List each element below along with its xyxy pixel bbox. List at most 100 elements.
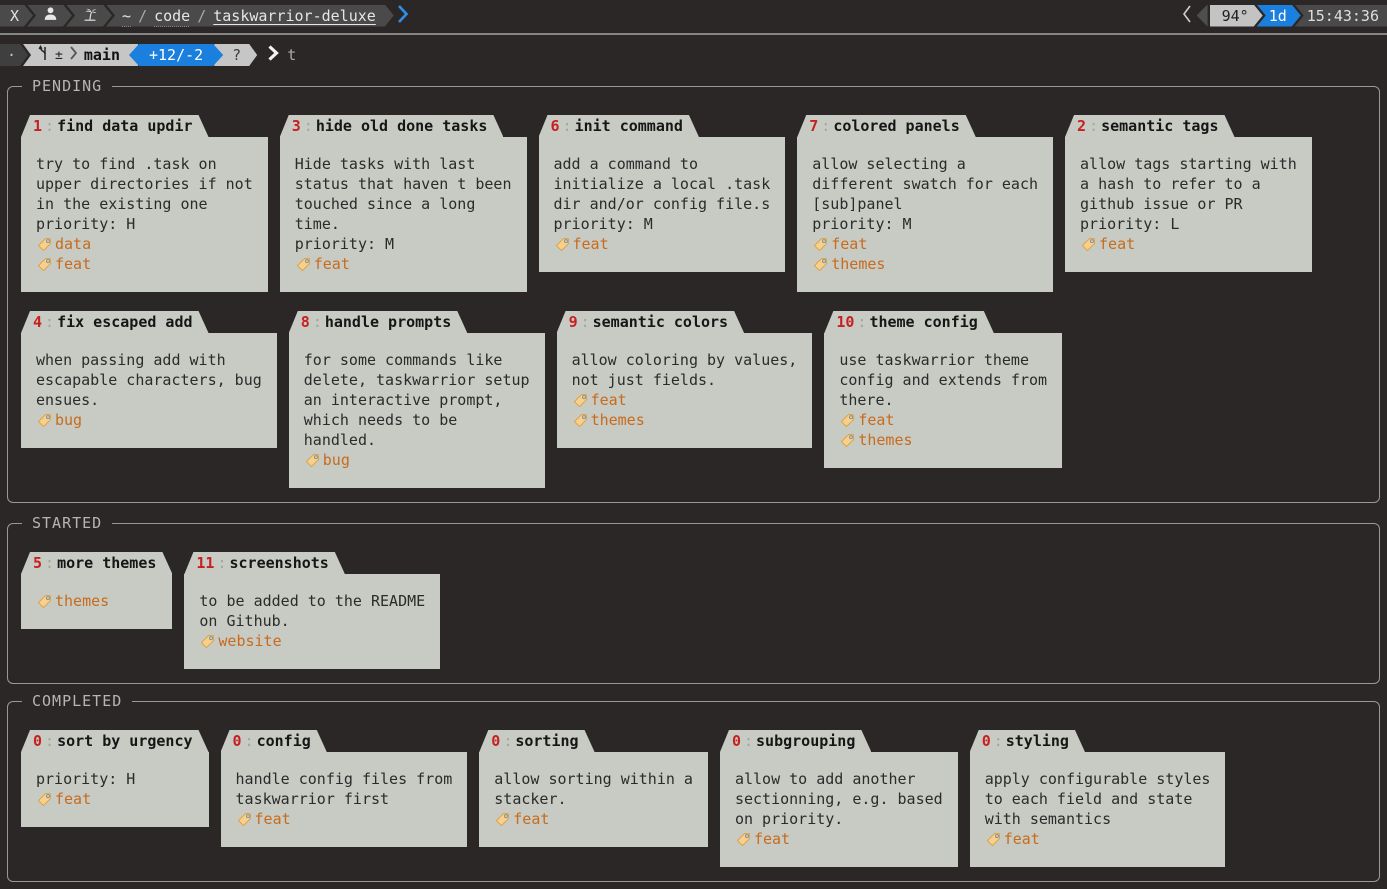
tag-icon [839,412,856,429]
task-tag[interactable]: themes [36,591,157,611]
app-segment: X [0,5,33,27]
tag-icon [494,811,511,828]
task-title: theme config [869,313,977,331]
task-tag[interactable]: themes [839,430,1047,450]
tag-label: bug [55,410,82,430]
tag-icon [812,236,829,253]
tag-label: feat [55,254,91,274]
tag-icon [36,236,53,253]
task-tag[interactable]: bug [36,410,262,430]
task-id: 8 [301,313,310,331]
task-tag[interactable]: themes [572,410,798,430]
task-tab: 1:find data updir [21,115,209,137]
tag-label: themes [55,591,109,611]
command-input[interactable]: t [287,46,296,64]
task-title: colored panels [833,117,959,135]
id-title-separator: : [578,313,593,331]
task-tag[interactable]: feat [839,410,1047,430]
top-status-bar: X ~ / [0,0,1387,28]
task-body: Hide tasks with last status that haven t… [280,137,527,292]
temperature-segment: 94° [1210,5,1263,27]
chevron-right-icon [69,43,78,67]
task-card[interactable]: 5:more themes themes [21,552,172,629]
task-tag[interactable]: feat [295,254,512,274]
task-tag[interactable]: website [199,631,425,651]
tag-label: feat [255,809,291,829]
task-title: hide old done tasks [316,117,488,135]
task-tag[interactable]: feat [572,390,798,410]
tag-label: feat [314,254,350,274]
task-description: allow to add another sectionning, e.g. b… [735,769,943,829]
card-row: 5:more themes themes 11:screenshotsto be a… [21,552,1366,669]
task-title: init command [575,117,683,135]
section-pending: PENDING1:find data updirtry to find .tas… [7,86,1380,503]
id-title-separator: : [42,313,57,331]
task-card[interactable]: 10:theme configuse taskwarrior theme con… [824,311,1062,468]
task-card[interactable]: 2:semantic tagsallow tags starting with … [1065,115,1312,272]
tag-icon [572,412,589,429]
task-tab: 9:semantic colors [557,311,745,333]
task-card[interactable]: 6:init commandadd a command to initializ… [539,115,786,272]
tag-icon [985,831,1002,848]
task-id: 0 [491,732,500,750]
task-tab: 0:sorting [479,730,594,752]
tag-label: bug [323,450,350,470]
task-card[interactable]: 0:subgrouping allow to add another sectio… [720,730,958,867]
tag-icon [735,831,752,848]
task-id: 2 [1077,117,1086,135]
task-tag[interactable]: feat [236,809,453,829]
tag-icon [554,236,571,253]
task-tag[interactable]: feat [1080,234,1297,254]
path-segment: ~ / code / taskwarrior-deluxe [106,5,394,27]
tag-label: feat [831,234,867,254]
task-tag[interactable]: feat [494,809,693,829]
task-tag[interactable]: feat [554,234,771,254]
task-tab: 0:subgrouping [720,730,871,752]
task-id: 7 [809,117,818,135]
task-card[interactable]: 7:colored panelsallow selecting a differ… [797,115,1053,292]
task-id: 1 [33,117,42,135]
task-tag[interactable]: themes [812,254,1038,274]
path-repo[interactable]: taskwarrior-deluxe [213,7,376,25]
task-card[interactable]: 4:fix escaped addwhen passing add with e… [21,311,277,448]
prompt-dot: · [7,46,16,64]
path-dir[interactable]: code [154,7,190,25]
id-title-separator: : [42,117,57,135]
task-card[interactable]: 9:semantic colorsallow coloring by value… [557,311,813,448]
task-tag[interactable]: feat [812,234,1038,254]
task-description: handle config files from taskwarrior fir… [236,769,453,809]
path-home[interactable]: ~ [122,7,131,25]
id-title-separator: : [854,313,869,331]
task-card[interactable]: 3:hide old done tasksHide tasks with las… [280,115,527,292]
task-tab: 3:hide old done tasks [280,115,504,137]
id-title-separator: : [500,732,515,750]
task-id: 10 [836,313,854,331]
id-title-separator: : [818,117,833,135]
git-branch-name[interactable]: main [84,46,120,64]
task-card[interactable]: 0:confighandle config files from taskwar… [221,730,468,847]
task-body: allow to add another sectionning, e.g. b… [720,752,958,867]
task-tab: 10:theme config [824,311,993,333]
task-tag[interactable]: bug [304,450,530,470]
task-card[interactable]: 8:handle promptsfor some commands like d… [289,311,545,488]
task-id: 0 [33,732,42,750]
id-title-separator: : [991,732,1006,750]
task-tag[interactable]: feat [36,254,253,274]
id-title-separator: : [741,732,756,750]
task-card[interactable]: 0:sort by urgencypriority: Hfeat [21,730,209,827]
tag-icon [1080,236,1097,253]
task-tag[interactable]: data [36,234,253,254]
app-label: X [10,7,19,25]
git-untracked-indicator: ? [232,46,241,64]
tag-icon [839,432,856,449]
task-tag[interactable]: feat [735,829,943,849]
task-title: styling [1006,732,1069,750]
task-card[interactable]: 1:find data updirtry to find .task on up… [21,115,268,292]
task-tag[interactable]: feat [36,789,194,809]
task-card[interactable]: 0:stylingapply configurable styles to ea… [970,730,1226,867]
task-card[interactable]: 0:sortingallow sorting within a stacker.… [479,730,708,847]
task-card[interactable]: 11:screenshotsto be added to the README … [184,552,440,669]
task-tag[interactable]: feat [985,829,1211,849]
task-tab: 5:more themes [21,552,172,574]
task-title: more themes [57,554,156,572]
